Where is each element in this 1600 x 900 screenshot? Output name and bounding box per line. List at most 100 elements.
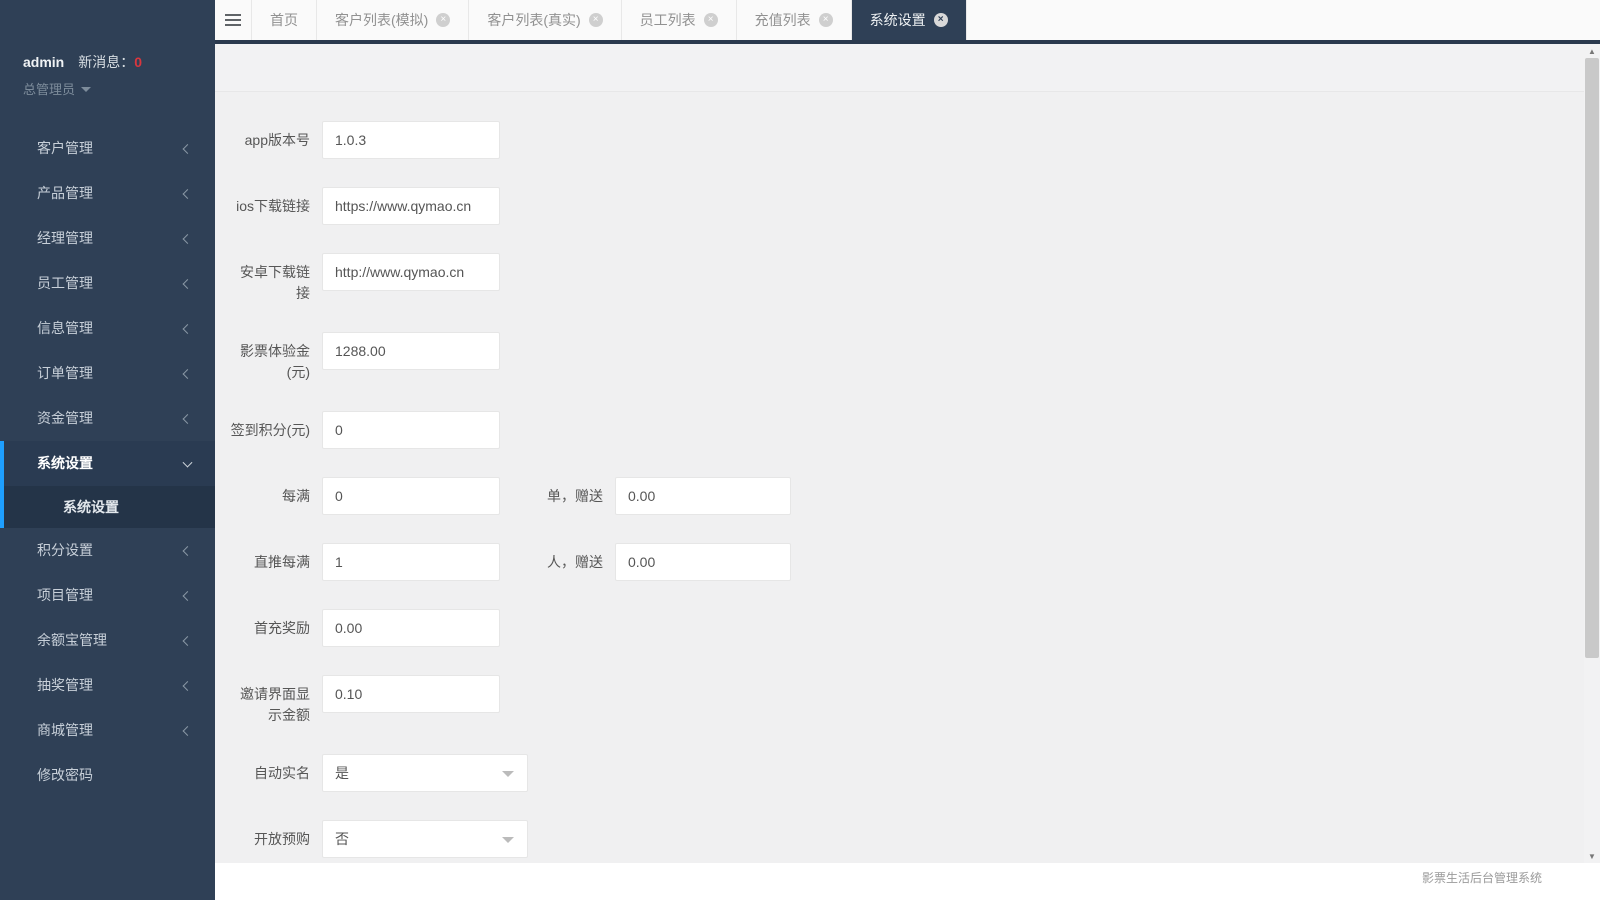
form-label2-6: 人，赠送 [503, 543, 603, 573]
form-label-8: 邀请界面显示金额 [230, 675, 310, 726]
content-top-strip [215, 44, 1600, 92]
sidebar-group-7: 系统设置系统设置 [0, 441, 215, 528]
sidebar-item-8[interactable]: 积分设置 [0, 528, 215, 573]
sidebar-item-label: 系统设置 [37, 455, 93, 471]
menu-toggle-button[interactable] [215, 0, 252, 40]
sidebar-group-6: 资金管理 [0, 396, 215, 441]
footer: 影票生活后台管理系统 [215, 863, 1600, 900]
form-row-0: app版本号 [230, 121, 1600, 159]
sidebar-item-9[interactable]: 项目管理 [0, 573, 215, 618]
form-label-9: 自动实名 [230, 754, 310, 784]
chevron-left-icon [183, 546, 193, 556]
sidebar-item-10[interactable]: 余额宝管理 [0, 618, 215, 663]
sidebar-nav: 客户管理产品管理经理管理员工管理信息管理订单管理资金管理系统设置系统设置积分设置… [0, 126, 215, 798]
form-input-5[interactable] [322, 477, 500, 515]
sidebar-item-label: 客户管理 [37, 140, 93, 156]
form-input-3[interactable] [322, 332, 500, 370]
sidebar-item-11[interactable]: 抽奖管理 [0, 663, 215, 708]
sidebar-item-label: 经理管理 [37, 230, 93, 246]
chevron-left-icon [183, 144, 193, 154]
chevron-left-icon [183, 279, 193, 289]
chevron-left-icon [183, 681, 193, 691]
tab-1[interactable]: 客户列表(模拟)× [317, 0, 469, 40]
sidebar-item-1[interactable]: 产品管理 [0, 171, 215, 216]
sidebar-item-label: 信息管理 [37, 320, 93, 336]
footer-text: 影票生活后台管理系统 [1422, 871, 1542, 885]
username: admin [23, 54, 64, 70]
sidebar-subitem-7-0[interactable]: 系统设置 [0, 486, 215, 528]
chevron-left-icon [183, 636, 193, 646]
sidebar-item-label: 员工管理 [37, 275, 93, 291]
form-label2-5: 单，赠送 [503, 477, 603, 507]
form-input-8[interactable] [322, 675, 500, 713]
chevron-left-icon [183, 726, 193, 736]
sidebar-item-13[interactable]: 修改密码 [0, 753, 215, 798]
sidebar-item-label: 商城管理 [37, 722, 93, 738]
form-select-9[interactable]: 是 [322, 754, 528, 792]
form-input-1[interactable] [322, 187, 500, 225]
sidebar-group-1: 产品管理 [0, 171, 215, 216]
sidebar-item-5[interactable]: 订单管理 [0, 351, 215, 396]
tab-close-icon[interactable]: × [704, 13, 718, 27]
tab-close-icon[interactable]: × [934, 13, 948, 27]
main-area: 首页客户列表(模拟)×客户列表(真实)×员工列表× 充值列表 × 系统设置 × app版… [215, 0, 1600, 900]
sidebar-item-label: 余额宝管理 [37, 632, 107, 648]
form-input-0[interactable] [322, 121, 500, 159]
sidebar-item-3[interactable]: 员工管理 [0, 261, 215, 306]
tab-3[interactable]: 员工列表× [622, 0, 737, 40]
form-input-7[interactable] [322, 609, 500, 647]
scroll-up-arrow-icon[interactable]: ▲ [1584, 44, 1600, 58]
form-input-4[interactable] [322, 411, 500, 449]
sidebar-group-11: 抽奖管理 [0, 663, 215, 708]
form-input2-6[interactable] [615, 543, 791, 581]
user-role-dropdown[interactable]: 总管理员 [23, 79, 215, 98]
tab-close-icon[interactable]: × [819, 13, 833, 27]
sidebar-item-12[interactable]: 商城管理 [0, 708, 215, 753]
system-settings-form: app版本号ios下载链接安卓下载链接影票体验金(元)签到积分(元)每满单，赠送… [215, 92, 1600, 858]
sidebar-item-label: 抽奖管理 [37, 677, 93, 693]
form-row-10: 开放预购否 [230, 820, 1600, 858]
form-label-10: 开放预购 [230, 820, 310, 850]
sidebar-submenu: 系统设置 [0, 486, 215, 528]
chevron-left-icon [183, 324, 193, 334]
caret-down-icon [81, 87, 91, 92]
tab-4[interactable]: 充值列表 × [737, 0, 852, 40]
tab-2[interactable]: 客户列表(真实)× [469, 0, 621, 40]
sidebar-item-4[interactable]: 信息管理 [0, 306, 215, 351]
form-row-8: 邀请界面显示金额 [230, 675, 1600, 726]
sidebar-group-4: 信息管理 [0, 306, 215, 351]
vertical-scrollbar[interactable]: ▲ ▼ [1584, 44, 1600, 863]
chevron-left-icon [183, 414, 193, 424]
sidebar-item-6[interactable]: 资金管理 [0, 396, 215, 441]
form-label-2: 安卓下载链接 [230, 253, 310, 304]
sidebar-item-label: 订单管理 [37, 365, 93, 381]
chevron-down-icon [183, 457, 193, 467]
sidebar-item-2[interactable]: 经理管理 [0, 216, 215, 261]
scrollbar-thumb[interactable] [1585, 58, 1599, 658]
sidebar-group-12: 商城管理 [0, 708, 215, 753]
form-select-10[interactable]: 否 [322, 820, 528, 858]
sidebar-item-0[interactable]: 客户管理 [0, 126, 215, 171]
form-row-1: ios下载链接 [230, 187, 1600, 225]
tab-0[interactable]: 首页 [252, 0, 317, 40]
tab-close-icon[interactable]: × [589, 13, 603, 27]
sidebar-group-8: 积分设置 [0, 528, 215, 573]
chevron-left-icon [183, 591, 193, 601]
tab-close-icon[interactable]: × [436, 13, 450, 27]
sidebar-item-7[interactable]: 系统设置 [0, 441, 215, 486]
form-input2-5[interactable] [615, 477, 791, 515]
select-value: 否 [335, 821, 349, 857]
tab-label: 系统设置 [870, 10, 926, 30]
form-input-2[interactable] [322, 253, 500, 291]
user-role-label: 总管理员 [23, 82, 75, 97]
form-row-5: 每满单，赠送 [230, 477, 1600, 515]
tab-label: 充值列表 [755, 10, 811, 30]
form-input-6[interactable] [322, 543, 500, 581]
tab-5[interactable]: 系统设置 × [852, 0, 967, 40]
tabbar: 首页客户列表(模拟)×客户列表(真实)×员工列表× 充值列表 × 系统设置 × [215, 0, 1600, 44]
sidebar-item-label: 资金管理 [37, 410, 93, 426]
select-value: 是 [335, 755, 349, 791]
scroll-down-arrow-icon[interactable]: ▼ [1584, 849, 1600, 863]
sidebar: admin新消息：0 总管理员 客户管理产品管理经理管理员工管理信息管理订单管理… [0, 0, 215, 900]
form-row-4: 签到积分(元) [230, 411, 1600, 449]
